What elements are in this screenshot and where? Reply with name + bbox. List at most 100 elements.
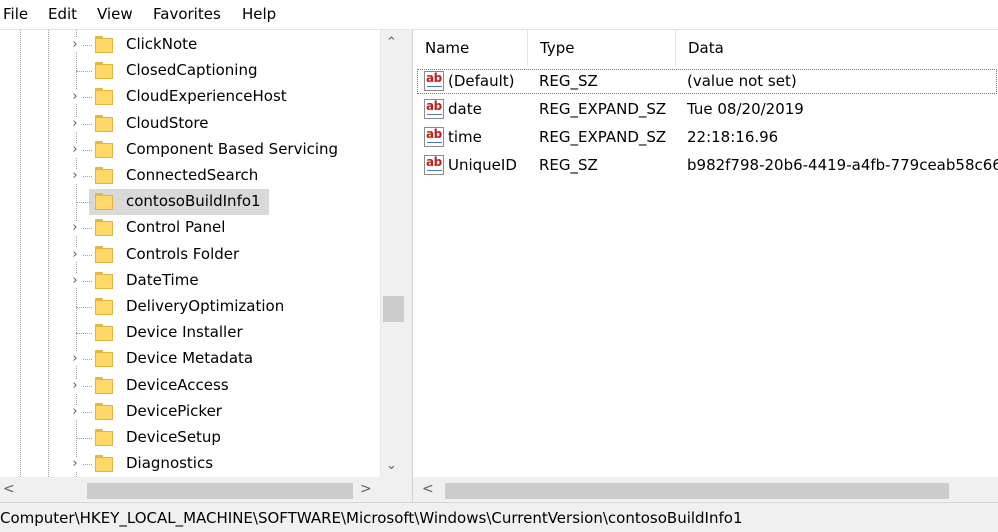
tree-item[interactable]: › ConnectedSearch [0,163,380,189]
value-row[interactable]: ab time REG_EXPAND_SZ 22:18:16.96 [413,124,998,151]
tree-connector [76,202,92,204]
tree-item[interactable]: › Device Metadata [0,346,380,372]
folder-icon [95,271,113,290]
tree-item[interactable]: › DateTime [0,268,380,294]
tree-horizontal-scrollbar[interactable]: < > [0,477,380,503]
folder-icon [95,402,113,421]
list-horizontal-scrollbar[interactable]: < [413,477,998,503]
tree-item[interactable]: › ClickNote [0,32,380,58]
list-hscroll-thumb[interactable] [445,483,949,499]
tree-item[interactable]: ClosedCaptioning [0,58,380,84]
registry-tree-pane: › ClickNote ClosedCaptioning › CloudExperien… [0,29,406,503]
registry-tree: › ClickNote ClosedCaptioning › CloudExperien… [0,30,380,477]
tree-item-label: CloudExperienceHost [126,87,287,106]
tree-item-label: ClosedCaptioning [126,61,258,80]
tree-item[interactable]: › Controls Folder [0,242,380,268]
folder-icon [95,36,113,54]
expand-chevron-icon[interactable]: › [68,221,82,236]
menu-file[interactable]: File [3,4,28,24]
expand-chevron-icon[interactable]: › [68,38,82,52]
tree-item[interactable]: › DevicePicker [0,399,380,425]
tree-item[interactable]: › CloudStore [0,111,380,137]
tree-item-label: CloudStore [126,113,209,132]
tree-item-label: DevicePicker [126,401,222,420]
scroll-left-icon[interactable]: < [422,481,434,497]
tree-item[interactable]: DeliveryOptimization [0,294,380,320]
tree-vertical-scrollbar[interactable]: ⌃ ⌄ [380,30,406,477]
folder-icon [95,167,113,185]
status-bar: Computer\HKEY_LOCAL_MACHINE\SOFTWARE\Mic… [0,502,998,532]
tree-item-label: Controls Folder [126,244,240,263]
menu-help[interactable]: Help [242,4,276,24]
value-row[interactable]: ab UniqueID REG_SZ b982f798-20b6-4419-a4fb-… [413,152,998,179]
value-name: time [448,128,482,146]
values-list-pane: Name Type Data ab (Default) REG_SZ (value n… [412,29,998,503]
tree-item-label: DateTime [126,270,199,289]
column-header-type[interactable]: Type [528,30,676,66]
folder-icon [95,219,113,237]
folder-icon [95,324,113,342]
folder-icon [95,193,113,211]
value-data: Tue 08/20/2019 [687,100,804,118]
value-row[interactable]: ab (Default) REG_SZ (value not set) [413,68,998,95]
menu-favorites[interactable]: Favorites [153,4,221,24]
folder-icon [95,350,113,368]
value-type: REG_SZ [539,72,598,90]
value-row[interactable]: ab date REG_EXPAND_SZ Tue 08/20/2019 [413,96,998,123]
folder-icon [95,88,113,106]
expand-chevron-icon[interactable]: › [68,142,82,157]
expand-chevron-icon[interactable]: › [68,90,82,105]
folder-icon [95,140,113,159]
tree-item[interactable]: › Diagnostics [0,451,380,477]
folder-icon [95,376,113,395]
string-value-icon: ab [424,127,444,147]
scroll-right-icon[interactable]: > [360,481,372,497]
value-data: 22:18:16.96 [687,128,779,146]
tree-item-label: ClickNote [126,35,198,53]
tree-item[interactable]: › CloudExperienceHost [0,84,380,110]
tree-item-label: ConnectedSearch [126,166,259,184]
expand-chevron-icon[interactable]: › [68,404,82,419]
tree-item[interactable]: DeviceSetup [0,425,380,451]
folder-icon [95,245,113,264]
tree-scroll-thumb[interactable] [383,296,404,322]
tree-item-label: Control Panel [126,218,226,237]
tree-item-label: contosoBuildInfo1 [123,191,264,212]
menu-view[interactable]: View [97,4,133,24]
column-headers: Name Type Data [413,30,998,66]
scroll-down-icon[interactable]: ⌄ [386,458,397,473]
value-type: REG_EXPAND_SZ [539,128,667,146]
string-value-icon: ab [424,99,444,119]
expand-chevron-icon[interactable]: › [68,457,82,472]
value-data: (value not set) [687,72,797,90]
expand-chevron-icon[interactable]: › [68,378,82,393]
value-data: b982f798-20b6-4419-a4fb-779ceab58c66 [687,156,998,174]
tree-hscroll-thumb[interactable] [87,483,353,499]
tree-connector [76,333,92,335]
value-type: REG_SZ [539,156,598,174]
scroll-left-icon[interactable]: < [3,481,15,497]
expand-chevron-icon[interactable]: › [68,169,82,183]
tree-item-label: Device Metadata [126,349,254,368]
folder-icon [95,298,113,316]
expand-chevron-icon[interactable]: › [68,116,82,131]
folder-icon [95,455,113,473]
menu-edit[interactable]: Edit [48,4,77,24]
tree-item[interactable]: › Component Based Servicing [0,137,380,163]
tree-item[interactable]: contosoBuildInfo1 [0,189,380,216]
value-name: date [448,100,482,118]
tree-item-label: DeviceAccess [126,375,229,394]
column-header-data[interactable]: Data [676,30,998,66]
tree-item[interactable]: › DeviceAccess [0,373,380,399]
string-value-icon: ab [424,71,444,91]
column-header-name[interactable]: Name [413,30,528,66]
tree-item-label: DeliveryOptimization [126,297,285,315]
tree-item[interactable]: › Control Panel [0,215,380,241]
expand-chevron-icon[interactable]: › [68,247,82,262]
scrollbar-corner [380,477,406,503]
scroll-up-icon[interactable]: ⌃ [386,35,397,50]
tree-item[interactable]: Device Installer [0,320,380,346]
expand-chevron-icon[interactable]: › [68,273,82,288]
tree-item-label: Device Installer [126,323,243,342]
expand-chevron-icon[interactable]: › [68,352,82,367]
